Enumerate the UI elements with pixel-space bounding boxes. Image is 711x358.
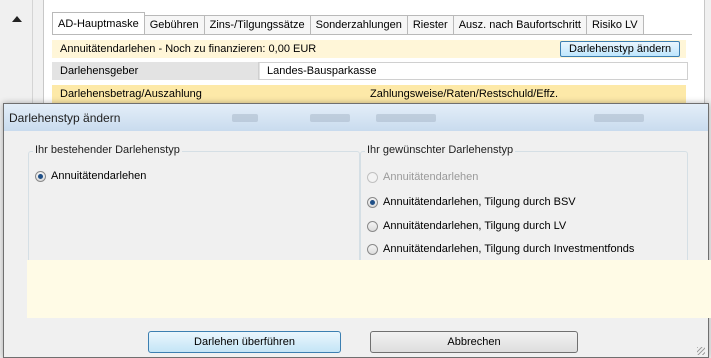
cancel-button[interactable]: Abbrechen	[370, 331, 578, 353]
desired-group-label: Ihr gewünschter Darlehenstyp	[365, 144, 516, 156]
summary-text: Annuitätendarlehen - Noch zu finanzieren…	[60, 43, 317, 55]
ghost-text	[232, 114, 258, 122]
tab-zins-tilgungssaetze[interactable]: Zins-/Tilgungssätze	[203, 15, 311, 35]
lender-row: Darlehensgeber Landes-Bausparkasse	[52, 62, 688, 80]
tab-riester[interactable]: Riester	[406, 15, 454, 35]
scroll-up-icon[interactable]	[12, 16, 22, 22]
tab-sonderzahlungen[interactable]: Sonderzahlungen	[309, 15, 408, 35]
amount-label: Darlehensbetrag/Auszahlung	[60, 88, 202, 100]
ghost-text	[594, 114, 644, 122]
transfer-loan-button[interactable]: Darlehen überführen	[148, 331, 341, 353]
payment-label: Zahlungsweise/Raten/Restschuld/Effz.	[370, 88, 559, 100]
summary-row: Annuitätendarlehen - Noch zu finanzieren…	[52, 40, 686, 58]
desired-radio-bsv[interactable]: Annuitätendarlehen, Tilgung durch BSV	[367, 196, 576, 208]
dialog-titlebar: Darlehenstyp ändern	[4, 104, 708, 131]
amount-row: Darlehensbetrag/Auszahlung Zahlungsweise…	[52, 85, 686, 103]
tab-risiko-lv[interactable]: Risiko LV	[585, 15, 644, 35]
change-loan-type-dialog: Darlehenstyp ändern Ihr bestehender Darl…	[3, 103, 711, 358]
radio-icon	[367, 220, 378, 232]
existing-type-group: Ihr bestehender Darlehenstyp Annuitätend…	[28, 144, 360, 269]
tab-bar: AD-Hauptmaske Gebühren Zins-/Tilgungssät…	[52, 12, 644, 35]
desired-type-group: Ihr gewünschter Darlehenstyp Annuitätend…	[360, 144, 688, 269]
lender-field[interactable]: Landes-Bausparkasse	[258, 62, 688, 80]
desired-radio-annuitaet[interactable]: Annuitätendarlehen	[367, 171, 478, 183]
lender-label: Darlehensgeber	[52, 62, 260, 80]
existing-radio-annuitaet[interactable]: Annuitätendarlehen	[35, 170, 146, 182]
tab-auszahlung-baufortschritt[interactable]: Ausz. nach Baufortschritt	[452, 15, 587, 35]
existing-group-label: Ihr bestehender Darlehenstyp	[33, 144, 182, 156]
radio-icon	[367, 171, 378, 183]
radio-label: Annuitätendarlehen, Tilgung durch LV	[383, 220, 567, 232]
tab-ad-hauptmaske[interactable]: AD-Hauptmaske	[52, 12, 145, 35]
radio-selected-icon	[367, 196, 378, 208]
radio-label: Annuitätendarlehen	[51, 170, 147, 182]
dialog-title: Darlehenstyp ändern	[9, 111, 121, 125]
radio-label: Annuitätendarlehen, Tilgung durch Invest…	[383, 243, 635, 255]
change-type-button[interactable]: Darlehenstyp ändern	[560, 41, 681, 57]
radio-label: Annuitätendarlehen	[383, 171, 479, 183]
tab-gebuehren[interactable]: Gebühren	[143, 15, 205, 35]
desired-radio-investmentfonds[interactable]: Annuitätendarlehen, Tilgung durch Invest…	[367, 243, 634, 255]
resize-grip-icon[interactable]	[697, 347, 705, 355]
radio-selected-icon	[35, 170, 46, 182]
tab-divider	[52, 34, 692, 35]
dialog-empty-area	[27, 260, 711, 318]
ghost-text	[310, 114, 350, 122]
desired-radio-lv[interactable]: Annuitätendarlehen, Tilgung durch LV	[367, 220, 566, 232]
radio-icon	[367, 243, 378, 255]
radio-label: Annuitätendarlehen, Tilgung durch BSV	[383, 196, 576, 208]
ghost-text	[376, 114, 436, 122]
